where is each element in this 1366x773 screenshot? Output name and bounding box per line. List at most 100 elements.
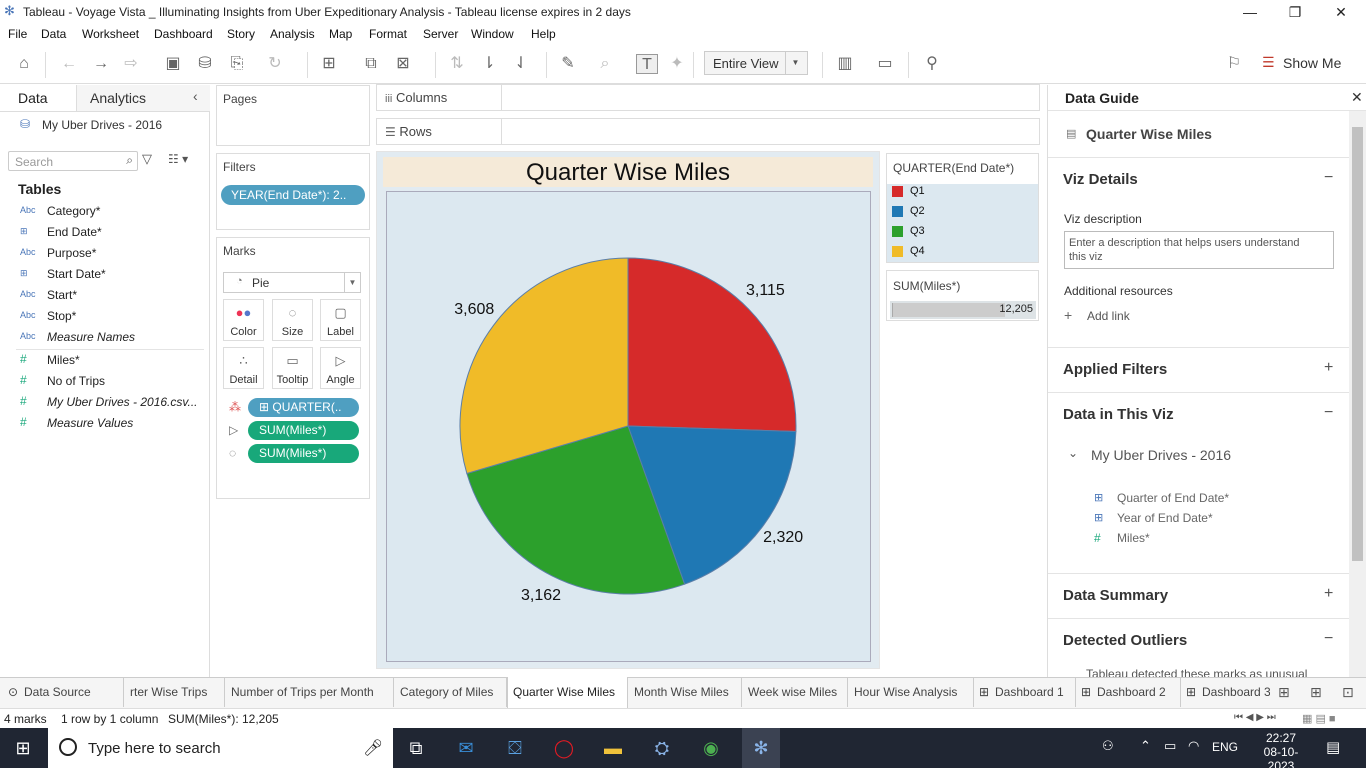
- sheet-tab[interactable]: Number of Trips per Month: [231, 685, 374, 699]
- field-item[interactable]: # No of Trips: [0, 371, 209, 392]
- applied-filters-heading[interactable]: Applied Filters: [1063, 361, 1167, 378]
- tray-chevron-icon[interactable]: ⌃: [1140, 738, 1151, 754]
- task-view-icon[interactable]: ⧉: [403, 736, 429, 760]
- refresh-icon[interactable]: ↻: [264, 54, 286, 74]
- clear-sheet-icon[interactable]: ⊠: [392, 54, 414, 74]
- field-item[interactable]: Abc Start*: [0, 285, 209, 306]
- data-in-viz-heading[interactable]: Data in This Viz: [1063, 406, 1174, 423]
- menu-help[interactable]: Help: [531, 27, 556, 41]
- chevron-down-icon[interactable]: ⌄: [1068, 446, 1078, 460]
- fix-axes-icon[interactable]: ✦: [666, 54, 688, 74]
- taskbar-search-input[interactable]: Type here to search 🎤︎: [48, 728, 393, 768]
- show-me-button[interactable]: ☰ Show Me: [1262, 53, 1362, 73]
- collapse-icon[interactable]: −: [1324, 404, 1333, 422]
- minimize-button[interactable]: —: [1240, 2, 1260, 22]
- field-item[interactable]: # Miles*: [0, 350, 209, 371]
- sheet-tab-active[interactable]: Quarter Wise Miles: [513, 685, 615, 699]
- expand-icon[interactable]: +: [1324, 359, 1333, 377]
- angle-button[interactable]: ▷ Angle: [320, 347, 361, 389]
- store-icon[interactable]: ⛋: [502, 736, 528, 760]
- field-item[interactable]: ⊞ Start Date*: [0, 264, 209, 285]
- data-summary-heading[interactable]: Data Summary: [1063, 587, 1168, 604]
- menu-dashboard[interactable]: Dashboard: [154, 27, 213, 41]
- new-worksheet-tab-icon[interactable]: ⊞: [1278, 684, 1290, 701]
- file-explorer-icon[interactable]: ▬: [600, 736, 626, 760]
- field-item[interactable]: # My Uber Drives - 2016.csv...: [0, 392, 209, 413]
- show-mark-labels-icon[interactable]: T: [636, 54, 658, 74]
- menu-map[interactable]: Map: [329, 27, 352, 41]
- close-button[interactable]: ✕: [1331, 2, 1351, 22]
- sheet-view-icons[interactable]: ▦ ▤ ■: [1302, 712, 1336, 725]
- dashboard-tab[interactable]: Dashboard 1: [995, 685, 1064, 699]
- highlight-icon[interactable]: ✎: [557, 54, 579, 74]
- menu-analysis[interactable]: Analysis: [270, 27, 315, 41]
- field-item[interactable]: # Measure Values: [0, 413, 209, 434]
- legend-item[interactable]: Q3: [892, 223, 1032, 241]
- field-item[interactable]: Abc Measure Names: [0, 327, 209, 348]
- rows-shelf[interactable]: ☰ Rows: [376, 118, 1040, 145]
- datasource-name[interactable]: My Uber Drives - 2016: [42, 118, 162, 132]
- wifi-icon[interactable]: ◠: [1188, 738, 1199, 754]
- collapse-pane-icon[interactable]: ‹: [193, 88, 198, 104]
- sort-ascending-icon[interactable]: ⇂: [478, 54, 500, 74]
- pin-icon[interactable]: ⚐: [1223, 54, 1245, 74]
- menu-window[interactable]: Window: [471, 27, 514, 41]
- close-icon[interactable]: ✕: [1351, 89, 1363, 106]
- dashboard-tab[interactable]: Dashboard 3: [1202, 685, 1270, 699]
- viz-details-heading[interactable]: Viz Details: [1063, 171, 1138, 188]
- sheet-tab[interactable]: rter Wise Trips: [130, 685, 207, 699]
- sheet-tab[interactable]: Month Wise Miles: [634, 685, 729, 699]
- restore-button[interactable]: ❐: [1285, 2, 1305, 22]
- new-dashboard-tab-icon[interactable]: ⊞: [1310, 684, 1322, 701]
- add-link[interactable]: Add link: [1087, 309, 1130, 323]
- color-button[interactable]: ●● Color: [223, 299, 264, 341]
- share-icon[interactable]: ⚲: [921, 54, 943, 74]
- field-item[interactable]: Abc Stop*: [0, 306, 209, 327]
- viz-description-input[interactable]: Enter a description that helps users und…: [1064, 231, 1334, 269]
- detail-button[interactable]: ∴ Detail: [223, 347, 264, 389]
- guide-datasource[interactable]: My Uber Drives - 2016: [1091, 447, 1231, 463]
- sheet-tab-data-source[interactable]: Data Source: [24, 685, 91, 699]
- notifications-icon[interactable]: ▤: [1326, 738, 1340, 756]
- guide-scrollbar[interactable]: [1349, 111, 1366, 677]
- guide-field[interactable]: Miles*: [1117, 531, 1150, 545]
- sheet-tab[interactable]: Hour Wise Analysis: [854, 685, 957, 699]
- sort-descending-icon[interactable]: ⇃: [510, 54, 532, 74]
- mark-pill-quarter[interactable]: ⊞ QUARTER(..: [248, 398, 359, 417]
- home-icon[interactable]: ⌂: [13, 54, 35, 74]
- tab-analytics[interactable]: Analytics: [90, 90, 146, 106]
- menu-file[interactable]: File: [8, 27, 27, 41]
- save-icon[interactable]: ▣: [162, 54, 184, 74]
- label-button[interactable]: ▢ Label: [320, 299, 361, 341]
- scrollbar-thumb[interactable]: [1352, 127, 1363, 561]
- microphone-icon[interactable]: 🎤︎: [363, 738, 383, 758]
- opera-icon[interactable]: ◯: [551, 736, 577, 760]
- tooltip-button[interactable]: ▭ Tooltip: [272, 347, 313, 389]
- menu-story[interactable]: Story: [227, 27, 255, 41]
- battery-icon[interactable]: ▭: [1164, 738, 1176, 754]
- fit-dropdown[interactable]: Entire View ▼: [704, 51, 808, 75]
- field-item[interactable]: Abc Purpose*: [0, 243, 209, 264]
- legend-item[interactable]: Q2: [892, 203, 1032, 221]
- chrome-icon[interactable]: ◉: [698, 736, 724, 760]
- legend-item[interactable]: Q4: [892, 243, 1032, 261]
- viz-title-bar[interactable]: Quarter Wise Miles: [383, 157, 873, 187]
- replay-icon[interactable]: ⇨: [120, 54, 142, 74]
- tab-data[interactable]: Data: [18, 90, 48, 106]
- tableau-taskbar-icon[interactable]: ✻: [742, 728, 780, 768]
- view-options-icon[interactable]: ☷ ▾: [168, 152, 188, 166]
- tab-nav-icons[interactable]: ⏮ ◀ ▶ ⏭: [1234, 712, 1276, 723]
- photos-icon[interactable]: ⛭: [649, 736, 675, 760]
- mail-icon[interactable]: ✉: [453, 736, 479, 760]
- language-indicator[interactable]: ENG: [1212, 740, 1238, 754]
- redo-icon[interactable]: →: [90, 54, 112, 74]
- detected-outliers-heading[interactable]: Detected Outliers: [1063, 632, 1187, 649]
- collapse-icon[interactable]: −: [1324, 630, 1333, 648]
- show-cards-icon[interactable]: ▥: [834, 54, 856, 74]
- clock[interactable]: 22:27 08-10-2023: [1258, 731, 1304, 773]
- dashboard-tab[interactable]: Dashboard 2: [1097, 685, 1166, 699]
- pause-updates-icon[interactable]: ⎘: [226, 54, 248, 74]
- undo-icon[interactable]: ←: [58, 54, 80, 74]
- new-story-tab-icon[interactable]: ⊡: [1342, 684, 1354, 701]
- mark-pill-angle-miles[interactable]: SUM(Miles*): [248, 421, 359, 440]
